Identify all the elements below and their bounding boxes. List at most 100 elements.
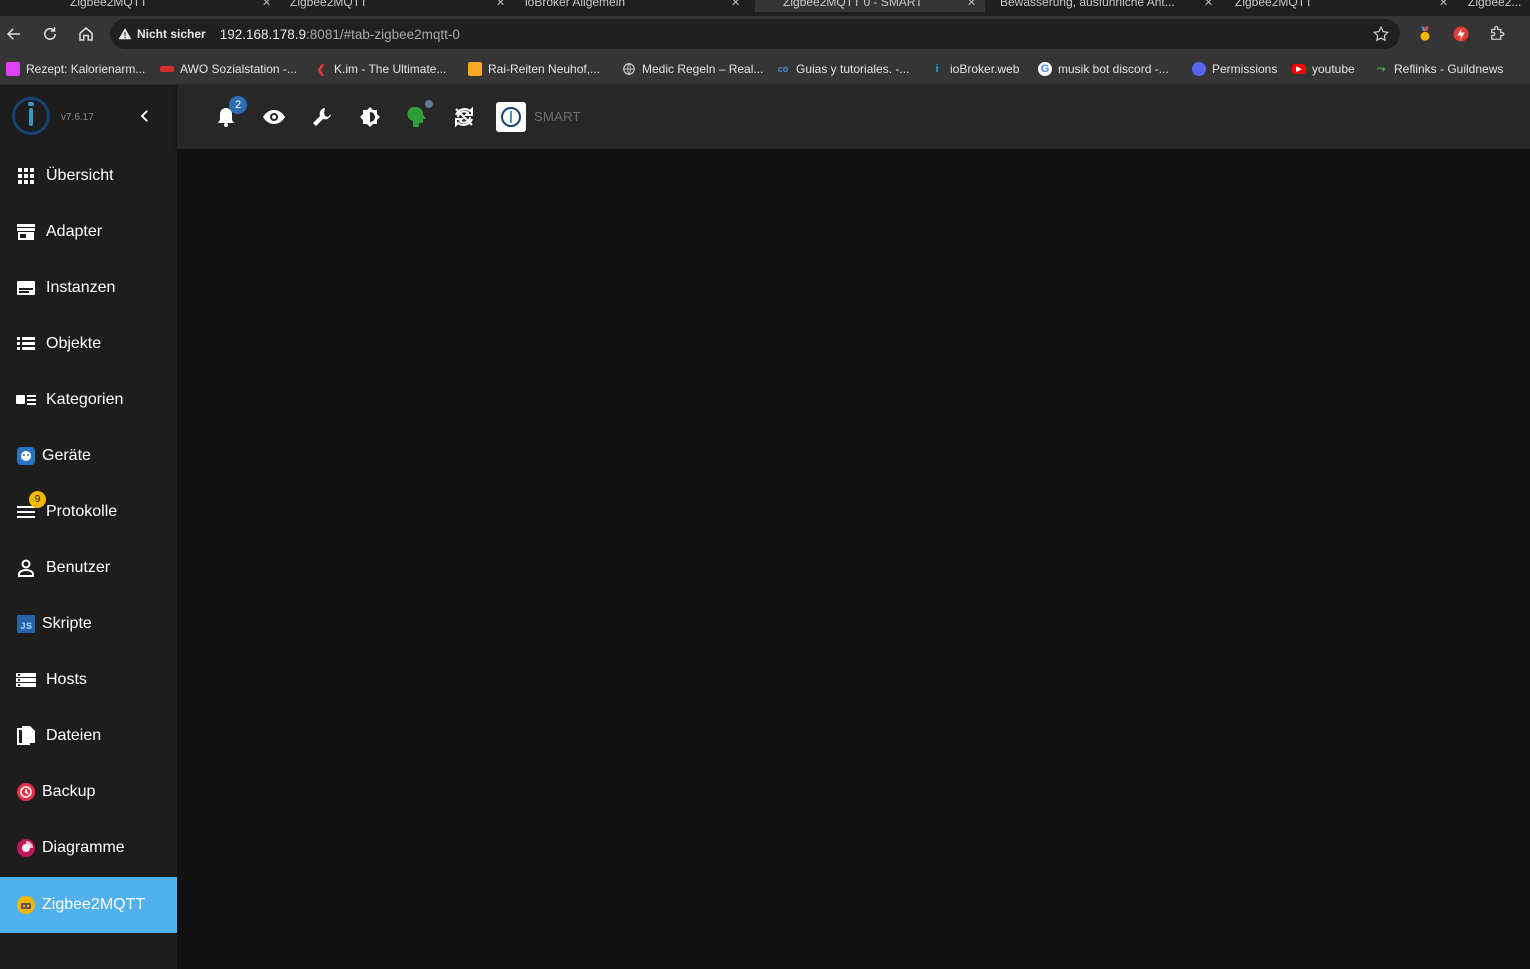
sidebar-item-label: Geräte [42, 447, 91, 464]
tab-title: Zigbee2... [1468, 0, 1522, 9]
sidebar-item-protokolle[interactable]: 9 Protokolle [0, 484, 177, 540]
bookmark-item[interactable]: ▶ youtube [1292, 60, 1355, 78]
sync-button[interactable] [450, 103, 478, 131]
bookmark-label: Guias y tutoriales. -... [796, 62, 910, 76]
bookmark-item[interactable]: Permissions [1192, 60, 1277, 78]
close-icon[interactable]: ✕ [967, 0, 976, 9]
bookmark-label: AWO Sozialstation -... [180, 62, 297, 76]
tab-title: Zigbee2MQTT 0 - SMART [783, 0, 923, 9]
sidebar-item-objekte[interactable]: Objekte [0, 316, 177, 372]
sidebar: v7.6.17 Übersicht Adapter Instanzen Obje… [0, 85, 177, 969]
rai-icon [468, 62, 482, 76]
address-bar[interactable]: Nicht sicher 192.168.178.9:8081/#tab-zig… [110, 19, 1400, 49]
bookmark-label: musik bot discord -... [1058, 62, 1169, 76]
zigbee2mqtt-icon [16, 895, 36, 915]
close-icon[interactable]: ✕ [1204, 0, 1213, 9]
medal-extension-icon[interactable] [1416, 25, 1434, 43]
bookmark-item[interactable]: AWO Sozialstation -... [160, 60, 297, 78]
lightning-extension-icon[interactable] [1452, 25, 1470, 43]
bookmark-item[interactable]: ❮ K.im - The Ultimate... [314, 60, 446, 78]
bookmark-app-icon [6, 62, 20, 76]
sidebar-item-diagramme[interactable]: Diagramme [0, 820, 177, 876]
expert-mode-button[interactable] [260, 103, 288, 131]
list-icon [16, 334, 36, 354]
user-icon [16, 558, 36, 578]
bookmark-item[interactable]: i ioBroker.web [930, 60, 1019, 78]
browser-tab-active[interactable]: Zigbee2MQTT 0 - SMART ✕ [755, 0, 985, 12]
sidebar-item-label: Übersicht [46, 167, 114, 184]
url-text[interactable]: 192.168.178.9:8081/#tab-zigbee2mqtt-0 [220, 27, 460, 42]
sidebar-item-skripte[interactable]: JS Skripte [0, 596, 177, 652]
close-icon[interactable]: ✕ [262, 0, 271, 9]
google-icon: G [1038, 62, 1052, 76]
home-button[interactable] [74, 22, 98, 46]
backup-icon [16, 782, 36, 802]
browser-tab[interactable]: Bewässerung, ausführliche Ant... ✕ [1000, 0, 1220, 12]
bookmark-item[interactable]: Rai-Reiten Neuhof,... [468, 60, 600, 78]
globe-icon [623, 63, 635, 75]
categories-icon [16, 390, 36, 410]
bookmark-star-icon[interactable] [1372, 25, 1390, 43]
iobroker-instance-logo [496, 102, 526, 132]
iobroker-logo[interactable] [12, 97, 50, 135]
instances-icon [16, 278, 36, 298]
sidebar-item-adapter[interactable]: Adapter [0, 204, 177, 260]
system-settings-button[interactable] [308, 103, 336, 131]
arrow-left-icon [6, 28, 20, 40]
sidebar-item-benutzer[interactable]: Benutzer [0, 540, 177, 596]
warning-icon [118, 28, 132, 40]
devices-icon [16, 446, 36, 466]
sidebar-item-dateien[interactable]: Dateien [0, 708, 177, 764]
sidebar-item-label: Benutzer [46, 559, 111, 576]
sidebar-item-label: Instanzen [46, 279, 116, 296]
tab-title: Zigbee2MQTT [290, 0, 368, 9]
sidebar-item-label: Dateien [46, 727, 102, 744]
bookmark-item[interactable]: Rezept: Kalorienarm... [6, 60, 145, 78]
reflinks-icon: ⤳ [1376, 62, 1386, 75]
theme-toggle-button[interactable] [356, 103, 384, 131]
chevron-left-icon[interactable] [136, 107, 154, 125]
bookmark-label: Rezept: Kalorienarm... [26, 62, 146, 76]
back-button[interactable] [2, 22, 26, 46]
hosts-icon [16, 670, 36, 690]
browser-tab[interactable]: Zigbee2... [1468, 0, 1530, 12]
sidebar-item-geraete[interactable]: Geräte [0, 428, 177, 484]
instance-title: SMART [534, 109, 581, 124]
browser-tab[interactable]: Zigbee2MQTT ✕ [70, 0, 280, 12]
sidebar-item-instanzen[interactable]: Instanzen [0, 260, 177, 316]
bookmark-item[interactable]: ⤳ Reflinks - Guildnews [1374, 60, 1504, 78]
eye-icon [263, 110, 285, 124]
bookmark-item[interactable]: co Guias y tutoriales. -... [776, 60, 910, 78]
sidebar-item-zigbee2mqtt[interactable]: Zigbee2MQTT [0, 877, 177, 933]
zigbee2mqtt-content-frame[interactable] [177, 149, 1530, 969]
reload-button[interactable] [38, 22, 62, 46]
sidebar-item-uebersicht[interactable]: Übersicht [0, 148, 177, 204]
sidebar-item-label: Hosts [46, 671, 87, 688]
sidebar-item-label: Zigbee2MQTT [42, 896, 146, 913]
browser-tab[interactable]: ioBroker Allgemein ✕ [525, 0, 750, 12]
sidebar-item-kategorien[interactable]: Kategorien [0, 372, 177, 428]
close-icon[interactable]: ✕ [1439, 0, 1448, 9]
reload-icon [44, 27, 56, 40]
sidebar-item-label: Diagramme [42, 839, 125, 856]
browser-tab[interactable]: Zigbee2MQTT ✕ [1235, 0, 1455, 12]
sync-disabled-icon [455, 106, 473, 128]
bookmark-item[interactable]: Medic Regeln – Real... [622, 60, 763, 78]
head-icon [407, 106, 426, 127]
security-chip[interactable]: Nicht sicher [118, 27, 214, 41]
sidebar-item-backup[interactable]: Backup [0, 764, 177, 820]
puzzle-extensions-icon[interactable] [1488, 25, 1506, 43]
sidebar-item-label: Skripte [42, 615, 92, 632]
sidebar-item-label: Protokolle [46, 503, 118, 520]
sidebar-item-hosts[interactable]: Hosts [0, 652, 177, 708]
tab-title: Bewässerung, ausführliche Ant... [1000, 0, 1175, 9]
close-icon[interactable]: ✕ [731, 0, 740, 9]
close-icon[interactable]: ✕ [496, 0, 505, 9]
browser-tab[interactable]: Zigbee2MQTT ✕ [290, 0, 515, 12]
host-status-dot [425, 100, 433, 108]
bookmark-item[interactable]: Gmusik bot discord -... [1038, 60, 1169, 78]
store-icon [16, 222, 36, 242]
discord-icon [1192, 62, 1206, 76]
bookmark-label: K.im - The Ultimate... [334, 62, 447, 76]
iobroker-icon: i [935, 63, 939, 75]
